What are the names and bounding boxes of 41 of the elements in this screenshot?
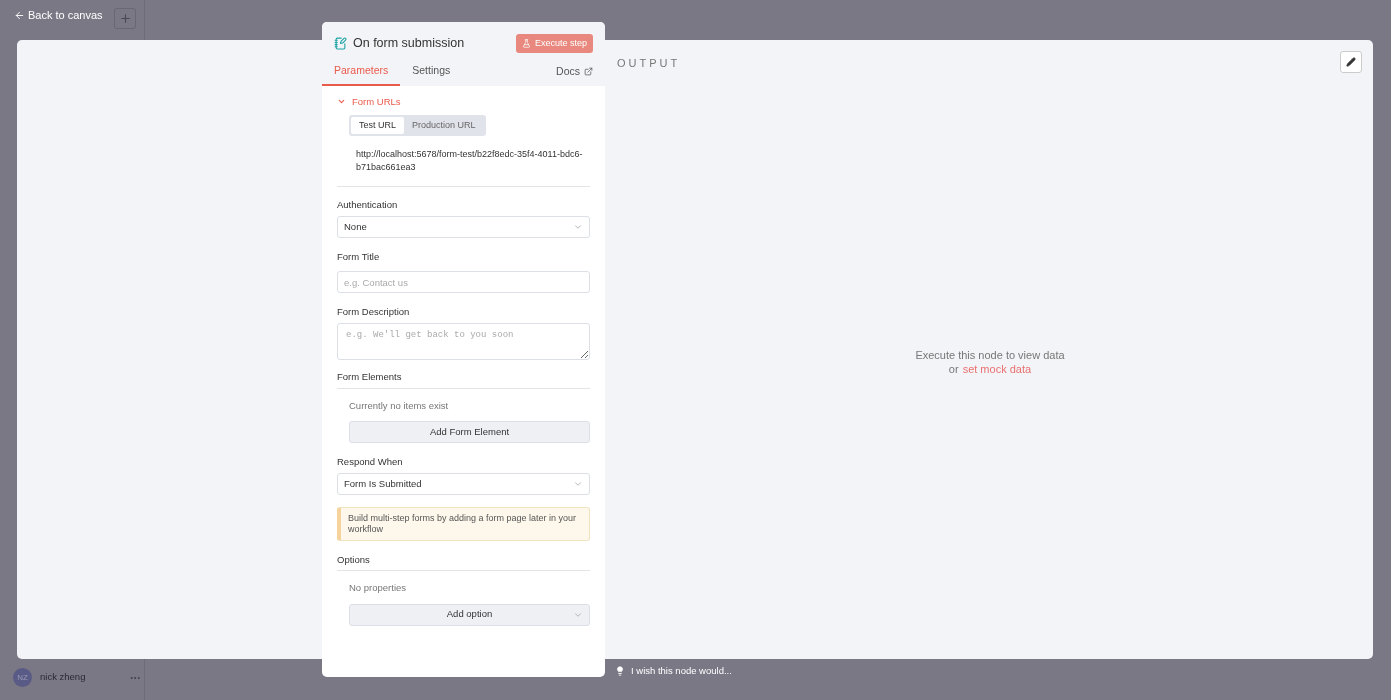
form-url: http://localhost:5678/form-test/b22f8edc-35f4-4011-bdc6-b71bac661ea3: [355, 148, 584, 174]
flask-icon: [521, 39, 531, 48]
field-label: Form Title: [337, 250, 381, 265]
url-tab[interactable]: Test URL: [351, 117, 404, 134]
tab[interactable]: Settings: [400, 63, 463, 86]
add-element-button[interactable]: Add Form Element: [349, 420, 590, 443]
select-field[interactable]: None: [337, 216, 590, 239]
lightbulb-icon: [615, 666, 625, 677]
info-notice: Build multi-step forms by adding a form page later in your workflow: [337, 507, 590, 541]
section-heading: Options: [337, 553, 590, 572]
textarea-field[interactable]: e.g. We'll get back to you soon: [337, 323, 590, 361]
empty-message: Execute this node to view data: [915, 348, 1065, 362]
select-field[interactable]: Form Is Submitted: [337, 473, 590, 495]
add-button[interactable]: [114, 8, 136, 29]
field-label: Respond When: [337, 454, 404, 469]
form-icon: [334, 37, 347, 50]
pencil-icon: [1346, 57, 1356, 67]
plus-icon: [118, 12, 132, 25]
select-value: Form Is Submitted: [344, 476, 422, 491]
user-name: nick zheng: [40, 670, 86, 685]
edit-button[interactable]: [1340, 51, 1362, 73]
url-tab[interactable]: Production URL: [404, 117, 484, 134]
select-value: None: [344, 220, 367, 235]
empty-text: No properties: [349, 581, 408, 596]
section-toggle[interactable]: Form URLs: [337, 94, 401, 109]
or-text: or: [948, 362, 959, 376]
output-title: OUTPUT: [617, 56, 681, 71]
field-label: Form Description: [337, 305, 411, 319]
arrow-left-icon: [14, 9, 25, 21]
empty-text: Currently no items exist: [349, 398, 450, 413]
docs-link[interactable]: Docs: [556, 64, 593, 80]
chevron-down-icon: [573, 479, 583, 489]
add-option-dropdown[interactable]: Add option: [349, 603, 590, 626]
section-heading: Form Elements: [337, 370, 590, 389]
node-title: On form submission: [353, 35, 465, 53]
external-link-icon: [584, 67, 593, 77]
field-label: Authentication: [337, 198, 399, 212]
user-avatar: NZ: [13, 668, 32, 687]
back-link[interactable]: Back to canvas: [14, 7, 103, 24]
input-field[interactable]: e.g. Contact us: [337, 271, 590, 293]
feedback-link[interactable]: I wish this node would...: [631, 664, 732, 679]
